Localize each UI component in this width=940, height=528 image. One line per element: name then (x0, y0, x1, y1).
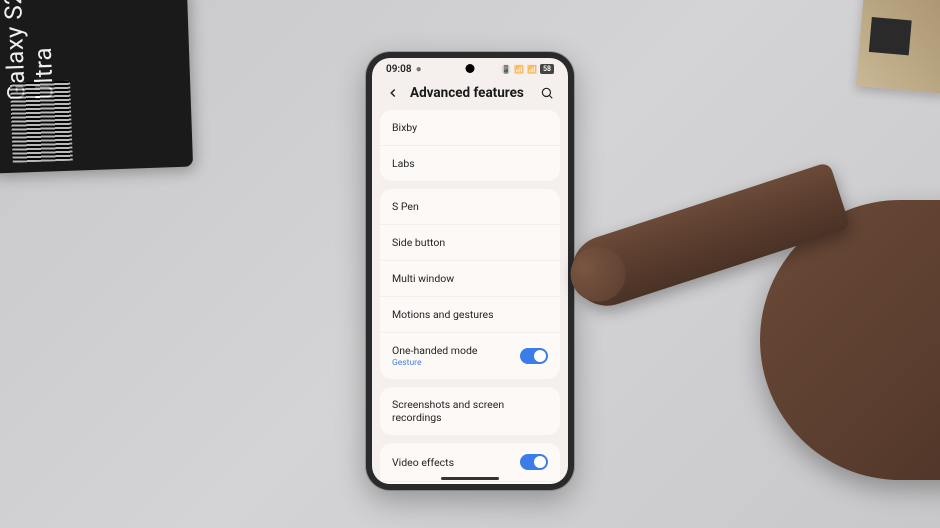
list-item-labs[interactable]: Labs (380, 146, 560, 181)
list-item-label: Multi window (392, 272, 454, 285)
page-header: Advanced features (372, 78, 568, 110)
toggle-one-handed-mode[interactable] (520, 348, 548, 364)
list-item-s-pen[interactable]: S Pen (380, 189, 560, 225)
status-time: 09:08 (386, 64, 412, 75)
wood-block (856, 0, 940, 94)
list-group: S Pen Side button Multi window Motions a… (380, 189, 560, 379)
list-item-label: S Pen (392, 200, 419, 213)
vibrate-icon: 📳 (501, 65, 511, 74)
list-item-label: Motions and gestures (392, 308, 494, 321)
search-button[interactable] (538, 84, 556, 102)
page-title: Advanced features (410, 85, 530, 101)
list-item-label: Labs (392, 157, 415, 170)
list-item-bixby[interactable]: Bixby (380, 110, 560, 146)
list-item-one-handed-mode[interactable]: One-handed mode Gesture (380, 333, 560, 379)
list-item-side-button[interactable]: Side button (380, 225, 560, 261)
list-item-label: Screenshots and screen recordings (392, 398, 548, 424)
list-item-motions-gestures[interactable]: Motions and gestures (380, 297, 560, 333)
list-group: Bixby Labs (380, 110, 560, 181)
list-item-video-brightness[interactable]: Video brightness Normal (380, 482, 560, 484)
list-item-label: Video effects (392, 456, 454, 469)
list-item-label: Side button (392, 236, 445, 249)
list-group: Screenshots and screen recordings (380, 387, 560, 435)
list-item-label: Bixby (392, 121, 417, 134)
toggle-video-effects[interactable] (520, 454, 548, 470)
battery-badge: 58 (540, 64, 554, 74)
camera-punch-hole (466, 64, 475, 73)
phone-screen: 09:08 ● 📳 📶 📶 58 Advanced features (372, 58, 568, 484)
barcode (10, 81, 73, 163)
settings-list: Bixby Labs S Pen Side button (372, 110, 568, 484)
phone-device: 09:08 ● 📳 📶 📶 58 Advanced features (366, 52, 574, 490)
wifi-icon: 📶 (514, 65, 524, 74)
search-icon (540, 86, 554, 100)
chevron-left-icon (386, 86, 400, 100)
hand (560, 160, 940, 500)
notification-dot-icon: ● (416, 64, 422, 75)
list-item-screenshots[interactable]: Screenshots and screen recordings (380, 387, 560, 435)
list-item-multi-window[interactable]: Multi window (380, 261, 560, 297)
product-box: Galaxy S25 Ultra (0, 0, 193, 173)
signal-icon: 📶 (527, 65, 537, 74)
list-item-label: One-handed mode (392, 344, 478, 357)
list-item-sublabel: Gesture (392, 358, 478, 368)
back-button[interactable] (384, 84, 402, 102)
gesture-bar[interactable] (441, 477, 499, 480)
